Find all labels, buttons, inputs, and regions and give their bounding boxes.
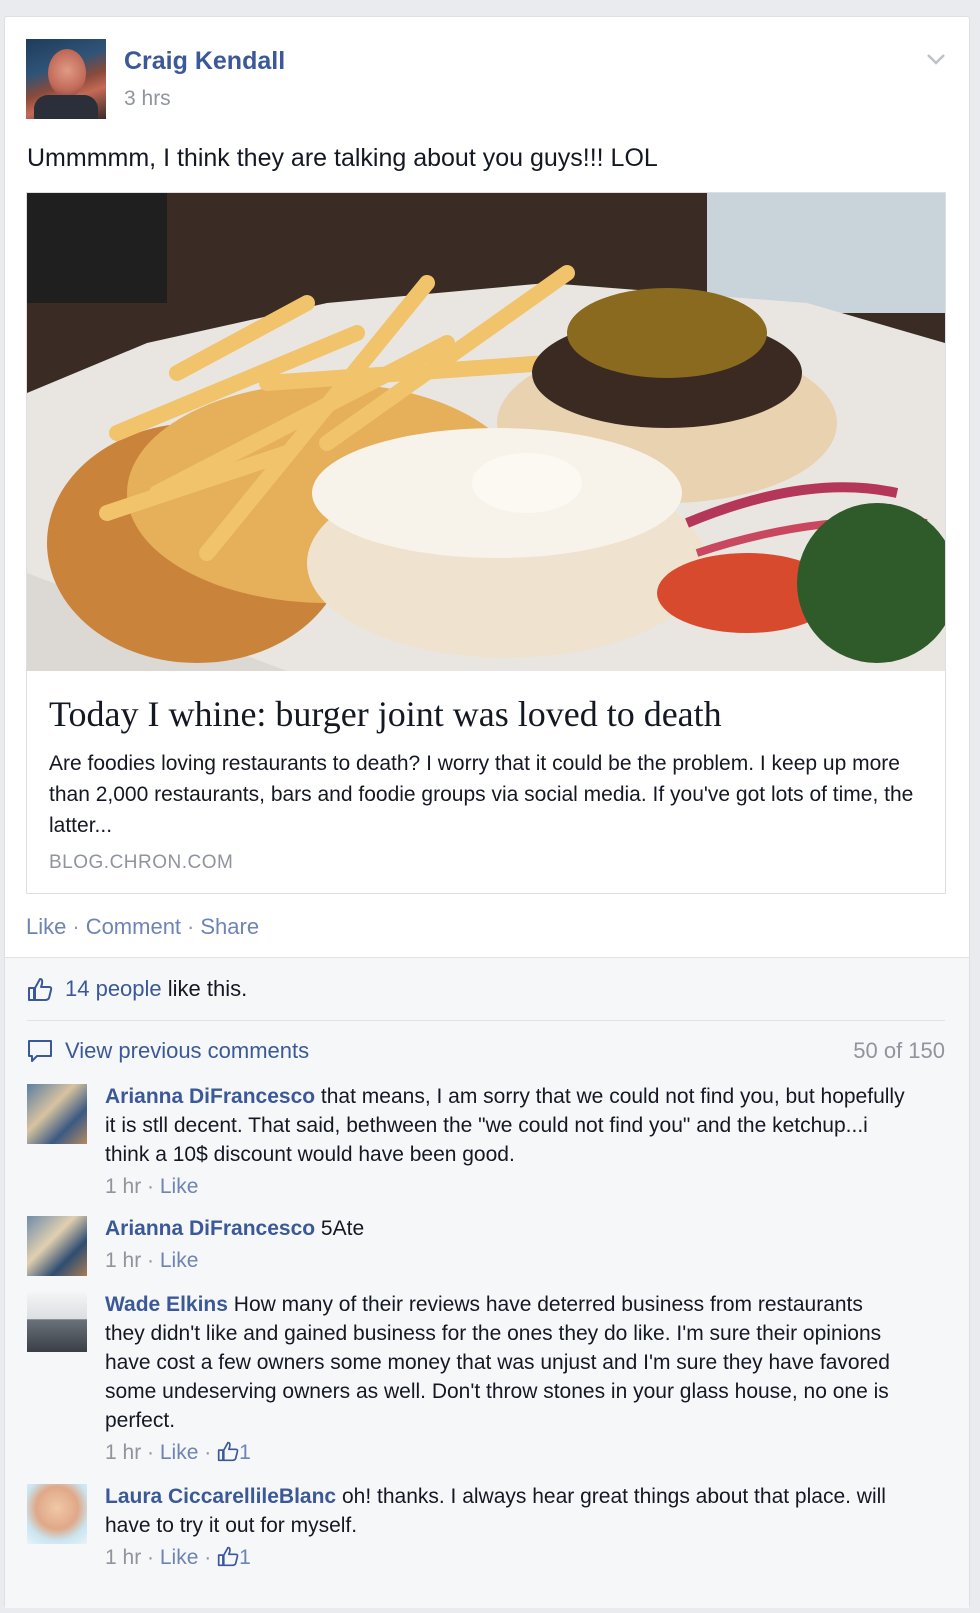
avatar-shirt [34, 95, 98, 119]
commenter-name-link[interactable]: Wade Elkins [105, 1293, 228, 1316]
chevron-down-icon[interactable] [924, 47, 948, 71]
author-avatar[interactable] [26, 39, 106, 119]
link-preview-domain: BLOG.CHRON.COM [49, 852, 234, 873]
thumbs-up-icon [28, 978, 53, 1001]
commenter-name-link[interactable]: Arianna DiFrancesco [105, 1217, 315, 1240]
link-preview-image[interactable] [27, 193, 945, 671]
comment-meta: 1 hr · Like [105, 1249, 199, 1272]
comment-like-count[interactable]: 1 [239, 1441, 251, 1464]
commenter-avatar[interactable] [27, 1292, 87, 1352]
post-card: Craig Kendall 3 hrs Ummmmm, I think they… [4, 16, 970, 1608]
comment-bubble-icon [28, 1040, 52, 1062]
post-header: Craig Kendall 3 hrs [26, 39, 946, 119]
comment-time[interactable]: 1 hr [105, 1249, 141, 1272]
comment-time[interactable]: 1 hr [105, 1175, 141, 1198]
link-preview-title[interactable]: Today I whine: burger joint was loved to… [49, 693, 722, 735]
comment-body: Laura CiccarellileBlanc oh! thanks. I al… [105, 1482, 905, 1572]
comment-body: Arianna DiFrancesco 5Ate 1 hr · Like [105, 1214, 905, 1275]
action-separator: · [72, 914, 80, 939]
thumbs-up-icon [217, 1546, 239, 1567]
comment-meta: 1 hr · Like [105, 1175, 199, 1198]
comment-body: Arianna DiFrancesco that means, I am sor… [105, 1082, 905, 1201]
avatar-face [48, 49, 86, 97]
comment-time[interactable]: 1 hr [105, 1546, 141, 1569]
comment-like-link[interactable]: Like [160, 1546, 199, 1569]
burger-photo [27, 193, 945, 671]
link-preview-description: Are foodies loving restaurants to death?… [49, 752, 914, 837]
link-preview-card[interactable]: Today I whine: burger joint was loved to… [26, 192, 946, 894]
feedback-section: 14 people like this. View previous comme… [5, 957, 969, 1608]
post-actions: Like · Comment · Share [26, 914, 259, 940]
author-name-link[interactable]: Craig Kendall [124, 47, 285, 76]
divider [27, 1020, 945, 1021]
likes-suffix: like this. [161, 976, 248, 1001]
comment-action[interactable]: Comment [86, 914, 181, 939]
comment-like-link[interactable]: Like [160, 1441, 199, 1464]
likers-link[interactable]: 14 people [65, 976, 162, 1001]
share-action[interactable]: Share [200, 914, 259, 939]
like-action[interactable]: Like [26, 914, 66, 939]
post-message: Ummmmm, I think they are talking about y… [27, 144, 658, 172]
action-separator: · [187, 914, 195, 939]
commenter-avatar[interactable] [27, 1484, 87, 1544]
commenter-avatar[interactable] [27, 1216, 87, 1276]
comment-like-link[interactable]: Like [160, 1249, 199, 1272]
commenter-avatar[interactable] [27, 1084, 87, 1144]
comment-body: Wade Elkins How many of their reviews ha… [105, 1290, 905, 1467]
comment-like-link[interactable]: Like [160, 1175, 199, 1198]
comment-time[interactable]: 1 hr [105, 1441, 141, 1464]
comment-meta: 1 hr · Like · 1 [105, 1441, 251, 1464]
comments-count: 50 of 150 [853, 1038, 945, 1063]
commenter-name-link[interactable]: Laura CiccarellileBlanc [105, 1485, 336, 1508]
commenter-name-link[interactable]: Arianna DiFrancesco [105, 1085, 315, 1108]
thumbs-up-icon [217, 1441, 239, 1462]
comment-meta: 1 hr · Like · 1 [105, 1546, 251, 1569]
comment-text: 5Ate [320, 1217, 365, 1240]
post-timestamp[interactable]: 3 hrs [124, 87, 171, 111]
view-previous-comments-link[interactable]: View previous comments [65, 1038, 309, 1064]
comment-like-count[interactable]: 1 [239, 1546, 251, 1569]
